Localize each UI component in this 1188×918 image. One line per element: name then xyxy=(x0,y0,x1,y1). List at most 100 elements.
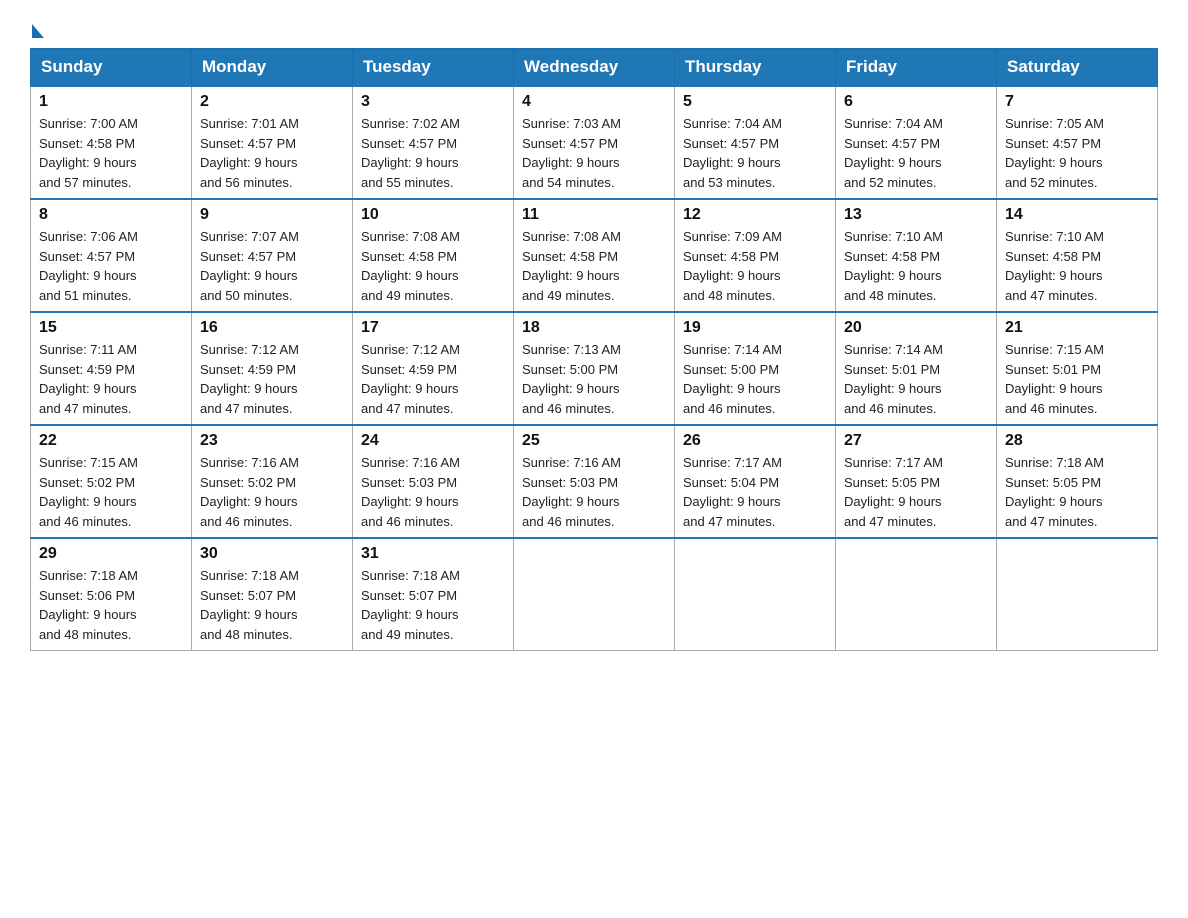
day-info: Sunrise: 7:12 AMSunset: 4:59 PMDaylight:… xyxy=(200,340,344,418)
day-number: 2 xyxy=(200,93,344,111)
calendar-cell xyxy=(836,538,997,651)
day-info: Sunrise: 7:16 AMSunset: 5:02 PMDaylight:… xyxy=(200,453,344,531)
day-number: 17 xyxy=(361,319,505,337)
day-info: Sunrise: 7:10 AMSunset: 4:58 PMDaylight:… xyxy=(844,227,988,305)
day-info: Sunrise: 7:18 AMSunset: 5:06 PMDaylight:… xyxy=(39,566,183,644)
calendar-cell: 1 Sunrise: 7:00 AMSunset: 4:58 PMDaylight… xyxy=(31,86,192,199)
calendar-week-row: 29 Sunrise: 7:18 AMSunset: 5:06 PMDayligh… xyxy=(31,538,1158,651)
calendar-week-row: 8 Sunrise: 7:06 AMSunset: 4:57 PMDaylight… xyxy=(31,199,1158,312)
calendar-cell: 19 Sunrise: 7:14 AMSunset: 5:00 PMDayligh… xyxy=(675,312,836,425)
calendar-cell: 11 Sunrise: 7:08 AMSunset: 4:58 PMDayligh… xyxy=(514,199,675,312)
calendar-cell: 2 Sunrise: 7:01 AMSunset: 4:57 PMDaylight… xyxy=(192,86,353,199)
day-number: 29 xyxy=(39,545,183,563)
calendar-cell: 10Sunrise: 7:08 AMSunset: 4:58 PMDayligh… xyxy=(353,199,514,312)
day-number: 12 xyxy=(683,206,827,224)
day-info: Sunrise: 7:11 AMSunset: 4:59 PMDaylight:… xyxy=(39,340,183,418)
day-number: 22 xyxy=(39,432,183,450)
day-number: 16 xyxy=(200,319,344,337)
calendar-cell: 13 Sunrise: 7:10 AMSunset: 4:58 PMDayligh… xyxy=(836,199,997,312)
calendar-cell: 16 Sunrise: 7:12 AMSunset: 4:59 PMDayligh… xyxy=(192,312,353,425)
day-info: Sunrise: 7:03 AMSunset: 4:57 PMDaylight:… xyxy=(522,114,666,192)
day-number: 26 xyxy=(683,432,827,450)
day-info: Sunrise: 7:00 AMSunset: 4:58 PMDaylight:… xyxy=(39,114,183,192)
day-info: Sunrise: 7:17 AMSunset: 5:04 PMDaylight:… xyxy=(683,453,827,531)
day-info: Sunrise: 7:13 AMSunset: 5:00 PMDaylight:… xyxy=(522,340,666,418)
calendar-cell: 28Sunrise: 7:18 AMSunset: 5:05 PMDayligh… xyxy=(997,425,1158,538)
day-number: 10 xyxy=(361,206,505,224)
calendar-cell: 4 Sunrise: 7:03 AMSunset: 4:57 PMDaylight… xyxy=(514,86,675,199)
day-info: Sunrise: 7:07 AMSunset: 4:57 PMDaylight:… xyxy=(200,227,344,305)
day-number: 31 xyxy=(361,545,505,563)
day-number: 6 xyxy=(844,93,988,111)
day-info: Sunrise: 7:18 AMSunset: 5:05 PMDaylight:… xyxy=(1005,453,1149,531)
day-info: Sunrise: 7:04 AMSunset: 4:57 PMDaylight:… xyxy=(683,114,827,192)
calendar-cell: 5 Sunrise: 7:04 AMSunset: 4:57 PMDaylight… xyxy=(675,86,836,199)
calendar-cell: 20 Sunrise: 7:14 AMSunset: 5:01 PMDayligh… xyxy=(836,312,997,425)
header-tuesday: Tuesday xyxy=(353,49,514,87)
header-area xyxy=(30,20,1158,38)
day-info: Sunrise: 7:14 AMSunset: 5:01 PMDaylight:… xyxy=(844,340,988,418)
day-number: 3 xyxy=(361,93,505,111)
calendar-cell xyxy=(997,538,1158,651)
day-number: 23 xyxy=(200,432,344,450)
day-number: 24 xyxy=(361,432,505,450)
day-info: Sunrise: 7:12 AMSunset: 4:59 PMDaylight:… xyxy=(361,340,505,418)
calendar-cell: 25Sunrise: 7:16 AMSunset: 5:03 PMDayligh… xyxy=(514,425,675,538)
calendar-cell: 12 Sunrise: 7:09 AMSunset: 4:58 PMDayligh… xyxy=(675,199,836,312)
day-info: Sunrise: 7:18 AMSunset: 5:07 PMDaylight:… xyxy=(200,566,344,644)
day-info: Sunrise: 7:09 AMSunset: 4:58 PMDaylight:… xyxy=(683,227,827,305)
day-number: 5 xyxy=(683,93,827,111)
day-info: Sunrise: 7:10 AMSunset: 4:58 PMDaylight:… xyxy=(1005,227,1149,305)
calendar-week-row: 15 Sunrise: 7:11 AMSunset: 4:59 PMDayligh… xyxy=(31,312,1158,425)
day-info: Sunrise: 7:08 AMSunset: 4:58 PMDaylight:… xyxy=(522,227,666,305)
day-number: 25 xyxy=(522,432,666,450)
day-number: 8 xyxy=(39,206,183,224)
day-number: 11 xyxy=(522,206,666,224)
day-info: Sunrise: 7:15 AMSunset: 5:02 PMDaylight:… xyxy=(39,453,183,531)
day-info: Sunrise: 7:14 AMSunset: 5:00 PMDaylight:… xyxy=(683,340,827,418)
day-info: Sunrise: 7:02 AMSunset: 4:57 PMDaylight:… xyxy=(361,114,505,192)
day-info: Sunrise: 7:06 AMSunset: 4:57 PMDaylight:… xyxy=(39,227,183,305)
calendar-cell: 22 Sunrise: 7:15 AMSunset: 5:02 PMDayligh… xyxy=(31,425,192,538)
day-number: 18 xyxy=(522,319,666,337)
day-number: 9 xyxy=(200,206,344,224)
calendar-cell xyxy=(514,538,675,651)
header-monday: Monday xyxy=(192,49,353,87)
header-saturday: Saturday xyxy=(997,49,1158,87)
calendar-cell: 14 Sunrise: 7:10 AMSunset: 4:58 PMDayligh… xyxy=(997,199,1158,312)
day-number: 1 xyxy=(39,93,183,111)
calendar-cell: 8 Sunrise: 7:06 AMSunset: 4:57 PMDaylight… xyxy=(31,199,192,312)
calendar-cell: 31 Sunrise: 7:18 AMSunset: 5:07 PMDayligh… xyxy=(353,538,514,651)
day-number: 19 xyxy=(683,319,827,337)
calendar-cell: 17 Sunrise: 7:12 AMSunset: 4:59 PMDayligh… xyxy=(353,312,514,425)
calendar-header-row: Sunday Monday Tuesday Wednesday Thursday… xyxy=(31,49,1158,87)
header-friday: Friday xyxy=(836,49,997,87)
day-number: 20 xyxy=(844,319,988,337)
calendar-cell xyxy=(675,538,836,651)
day-info: Sunrise: 7:04 AMSunset: 4:57 PMDaylight:… xyxy=(844,114,988,192)
day-info: Sunrise: 7:15 AMSunset: 5:01 PMDaylight:… xyxy=(1005,340,1149,418)
calendar-cell: 3 Sunrise: 7:02 AMSunset: 4:57 PMDaylight… xyxy=(353,86,514,199)
calendar-week-row: 22 Sunrise: 7:15 AMSunset: 5:02 PMDayligh… xyxy=(31,425,1158,538)
day-info: Sunrise: 7:01 AMSunset: 4:57 PMDaylight:… xyxy=(200,114,344,192)
calendar-week-row: 1 Sunrise: 7:00 AMSunset: 4:58 PMDaylight… xyxy=(31,86,1158,199)
logo xyxy=(30,20,44,38)
day-number: 13 xyxy=(844,206,988,224)
calendar-cell: 29 Sunrise: 7:18 AMSunset: 5:06 PMDayligh… xyxy=(31,538,192,651)
calendar-cell: 24 Sunrise: 7:16 AMSunset: 5:03 PMDayligh… xyxy=(353,425,514,538)
day-number: 4 xyxy=(522,93,666,111)
day-number: 14 xyxy=(1005,206,1149,224)
day-number: 27 xyxy=(844,432,988,450)
day-number: 7 xyxy=(1005,93,1149,111)
day-info: Sunrise: 7:18 AMSunset: 5:07 PMDaylight:… xyxy=(361,566,505,644)
day-info: Sunrise: 7:16 AMSunset: 5:03 PMDaylight:… xyxy=(361,453,505,531)
day-info: Sunrise: 7:17 AMSunset: 5:05 PMDaylight:… xyxy=(844,453,988,531)
day-info: Sunrise: 7:05 AMSunset: 4:57 PMDaylight:… xyxy=(1005,114,1149,192)
calendar-cell: 7 Sunrise: 7:05 AMSunset: 4:57 PMDaylight… xyxy=(997,86,1158,199)
day-number: 30 xyxy=(200,545,344,563)
day-number: 15 xyxy=(39,319,183,337)
calendar-cell: 26 Sunrise: 7:17 AMSunset: 5:04 PMDayligh… xyxy=(675,425,836,538)
calendar-cell: 27 Sunrise: 7:17 AMSunset: 5:05 PMDayligh… xyxy=(836,425,997,538)
calendar-table: Sunday Monday Tuesday Wednesday Thursday… xyxy=(30,48,1158,651)
calendar-cell: 9 Sunrise: 7:07 AMSunset: 4:57 PMDaylight… xyxy=(192,199,353,312)
